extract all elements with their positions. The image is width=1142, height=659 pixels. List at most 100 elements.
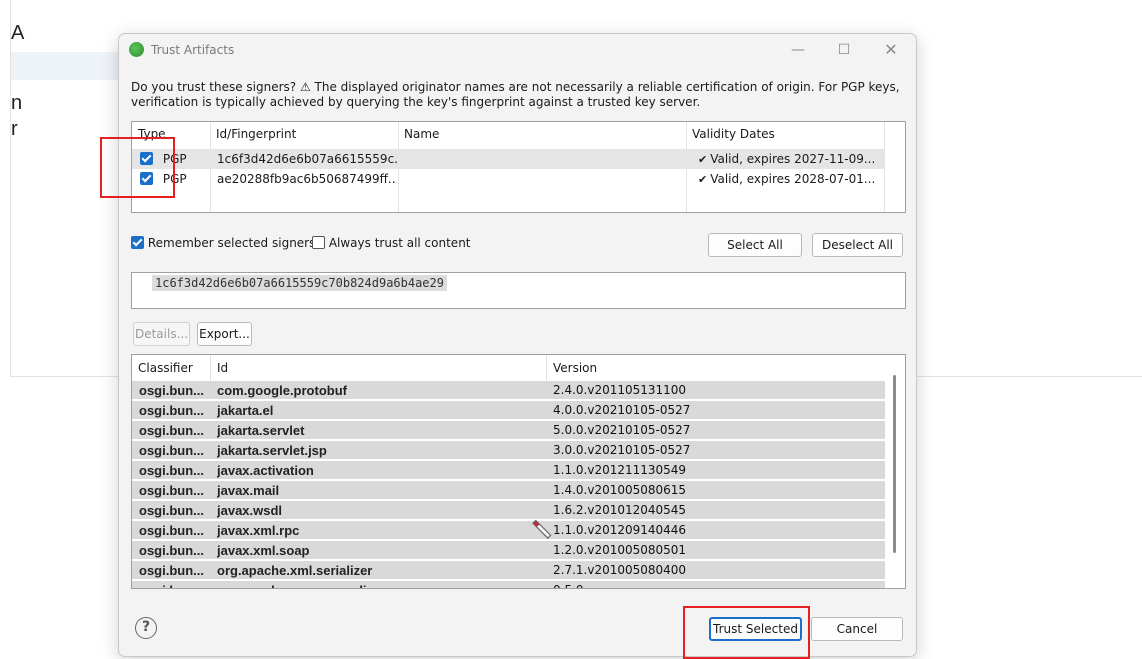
artifact-row[interactable]: osgi.bun... javax.mail 1.4.0.v2010050806… xyxy=(132,481,885,500)
artifact-row[interactable]: osgi.bun... javax.xml.rpc 1.1.0.v2012091… xyxy=(132,521,885,540)
artifact-id: jakarta.servlet.jsp xyxy=(217,443,327,458)
artifact-classifier: osgi.bun... xyxy=(139,523,204,538)
background-text-fragment: r xyxy=(11,118,18,140)
signer-row[interactable]: PGP ae20288fb9ac6b50687499ff... ✔ Valid, … xyxy=(132,169,884,189)
trust-message: Do you trust these signers? ⚠ The displa… xyxy=(131,80,901,110)
artifact-classifier: osgi.bun... xyxy=(139,563,204,578)
column-header-name[interactable]: Name xyxy=(398,122,686,146)
signer-name xyxy=(404,169,684,189)
title-bar: Trust Artifacts — ☐ ✕ xyxy=(119,34,916,66)
artifact-id: javax.wsdl xyxy=(217,503,283,518)
signer-name xyxy=(404,149,684,169)
signer-validity: Valid, expires 2028-07-01... xyxy=(710,172,876,186)
trust-message-line-2: verification is typically achieved by qu… xyxy=(131,95,701,109)
remember-signers-label: Remember selected signers xyxy=(147,236,316,250)
signer-type: PGP xyxy=(162,172,187,186)
artifact-id: jakarta.el xyxy=(217,403,274,418)
signer-row[interactable]: PGP 1c6f3d42d6e6b07a6615559c... ✔ Valid, … xyxy=(132,149,884,169)
column-header-id[interactable]: Id xyxy=(211,355,546,381)
column-divider xyxy=(546,355,547,381)
artifact-classifier: osgi.bun... xyxy=(139,503,204,518)
signer-fingerprint: 1c6f3d42d6e6b07a6615559c... xyxy=(217,152,397,166)
remember-signers-option[interactable]: Remember selected signers xyxy=(131,236,315,250)
artifact-version: 1.4.0.v201005080615 xyxy=(553,483,687,497)
column-header-version[interactable]: Version xyxy=(547,355,885,381)
signer-checkbox[interactable] xyxy=(140,152,153,165)
fingerprint-text[interactable]: 1c6f3d42d6e6b07a6615559c70b824d9a6b4ae29 xyxy=(152,275,447,291)
background-text-fragment: n xyxy=(11,92,23,114)
cancel-button[interactable]: Cancel xyxy=(811,617,903,641)
signer-checkbox[interactable] xyxy=(140,172,153,185)
artifact-classifier: osgi.bun... xyxy=(139,383,204,398)
artifact-version: 1.1.0.v201209140446 xyxy=(553,523,687,537)
details-button[interactable]: Details... xyxy=(133,322,190,346)
artifact-version: 3.0.0.v20210105-0527 xyxy=(553,443,691,457)
export-button[interactable]: Export... xyxy=(197,322,252,346)
artifact-classifier: osgi.bun... xyxy=(139,483,204,498)
artifact-row[interactable]: osgi.bun... javax.xml.soap 1.2.0.v201005… xyxy=(132,541,885,560)
column-header-type[interactable]: Type xyxy=(132,122,210,146)
column-divider xyxy=(884,122,885,212)
artifact-id: javax.xml.rpc xyxy=(217,523,300,538)
deselect-all-button[interactable]: Deselect All xyxy=(812,233,903,257)
artifact-row[interactable]: osgi.bun... com.google.protobuf 2.4.0.v2… xyxy=(132,381,885,400)
always-trust-option[interactable]: Always trust all content xyxy=(312,236,471,250)
artifact-version: 1.2.0.v201005080501 xyxy=(553,543,687,557)
artifacts-table: Classifier Id Version osgi.bun... com.go… xyxy=(131,354,906,589)
column-header-id-fingerprint[interactable]: Id/Fingerprint xyxy=(210,122,398,146)
artifact-version: 2.4.0.v201105131100 xyxy=(553,383,687,397)
artifact-row[interactable]: osgi.bun... jakarta.servlet.jsp 3.0.0.v2… xyxy=(132,441,885,460)
signer-fingerprint: ae20288fb9ac6b50687499ff... xyxy=(217,172,397,186)
artifact-classifier: osgi.bun... xyxy=(139,403,204,418)
artifact-version: 4.0.0.v20210105-0527 xyxy=(553,403,691,417)
artifact-version: 1.6.2.v201012040545 xyxy=(553,503,687,517)
signer-validity: Valid, expires 2027-11-09... xyxy=(710,152,876,166)
dialog-title: Trust Artifacts xyxy=(151,43,235,57)
artifact-classifier: osgi.bun... xyxy=(139,543,204,558)
checkmark-icon: ✔ xyxy=(698,173,708,186)
artifact-classifier: osgi.bun... xyxy=(139,581,207,588)
always-trust-checkbox[interactable] xyxy=(312,236,325,249)
column-header-classifier[interactable]: Classifier xyxy=(132,355,210,381)
artifact-row[interactable]: osgi.bun... org.apache.xml.serializer 2.… xyxy=(132,561,885,580)
artifacts-scrollbar[interactable] xyxy=(893,375,896,553)
always-trust-label: Always trust all content xyxy=(328,236,471,250)
artifact-row[interactable]: osgi.bun... jakarta.el 4.0.0.v20210105-0… xyxy=(132,401,885,420)
artifact-row[interactable]: osgi.bun... org.apache.commons.discovery… xyxy=(132,581,885,588)
maximize-button[interactable]: ☐ xyxy=(827,39,861,61)
artifact-classifier: osgi.bun... xyxy=(139,463,204,478)
eclipse-app-icon xyxy=(129,42,144,57)
artifact-classifier: osgi.bun... xyxy=(139,423,204,438)
column-divider xyxy=(210,355,211,381)
fingerprint-detail[interactable]: 1c6f3d42d6e6b07a6615559c70b824d9a6b4ae29 xyxy=(131,272,906,309)
artifact-id: javax.activation xyxy=(217,463,314,478)
select-all-button[interactable]: Select All xyxy=(708,233,802,257)
artifact-id: javax.mail xyxy=(217,483,280,498)
signers-table-header: Type Id/Fingerprint Name Validity Dates xyxy=(132,122,884,146)
artifact-row[interactable]: osgi.bun... javax.activation 1.1.0.v2012… xyxy=(132,461,885,480)
artifact-version: 0.5.0 xyxy=(553,581,878,588)
remember-signers-checkbox[interactable] xyxy=(131,236,144,249)
artifact-id: com.google.protobuf xyxy=(217,383,347,398)
background-text-fragment: A xyxy=(11,22,25,44)
artifact-id: org.apache.commons.discovery xyxy=(217,581,542,588)
artifact-id: org.apache.xml.serializer xyxy=(217,563,373,578)
artifact-row[interactable]: osgi.bun... javax.wsdl 1.6.2.v2010120405… xyxy=(132,501,885,520)
artifact-row[interactable]: osgi.bun... jakarta.servlet 5.0.0.v20210… xyxy=(132,421,885,440)
artifact-id: jakarta.servlet xyxy=(217,423,305,438)
close-button[interactable]: ✕ xyxy=(874,39,908,61)
checkmark-icon: ✔ xyxy=(698,153,708,166)
trust-artifacts-dialog: Trust Artifacts — ☐ ✕ Do you trust these… xyxy=(118,33,917,657)
help-icon[interactable]: ? xyxy=(135,617,157,639)
column-header-validity-dates[interactable]: Validity Dates xyxy=(686,122,884,146)
artifact-classifier: osgi.bun... xyxy=(139,443,204,458)
artifact-id: javax.xml.soap xyxy=(217,543,310,558)
artifact-version: 1.1.0.v201211130549 xyxy=(553,463,687,477)
minimize-button[interactable]: — xyxy=(781,39,815,61)
artifact-version: 2.7.1.v201005080400 xyxy=(553,563,687,577)
signers-table: Type Id/Fingerprint Name Validity Dates … xyxy=(131,121,906,213)
trust-message-line-1: Do you trust these signers? ⚠ The displa… xyxy=(131,80,900,94)
trust-selected-button[interactable]: Trust Selected xyxy=(709,617,802,641)
artifact-version: 5.0.0.v20210105-0527 xyxy=(553,423,691,437)
signer-type: PGP xyxy=(162,152,187,166)
